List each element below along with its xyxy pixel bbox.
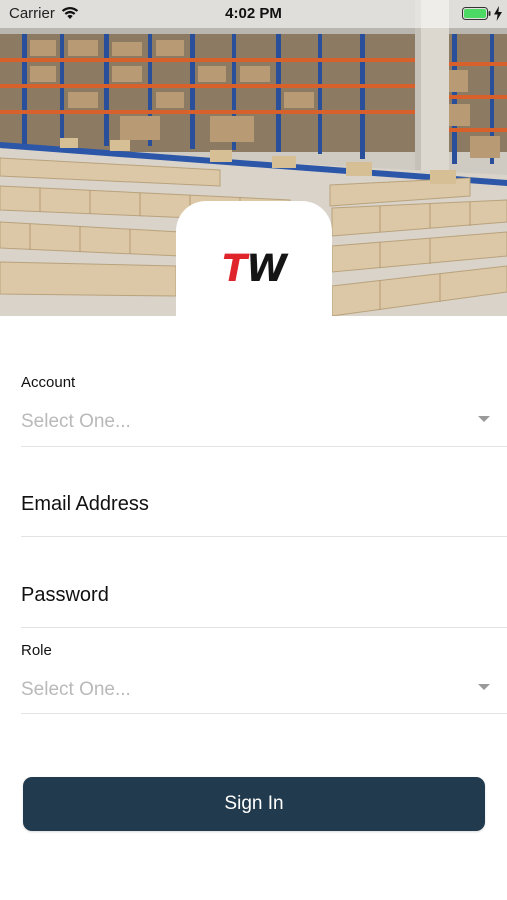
logo-wordmark: TW [176, 249, 332, 289]
email-placeholder: Email Address [21, 493, 149, 515]
account-label: Account [21, 374, 76, 391]
login-screen: Carrier 4:02 PM TW Account Select One...… [0, 0, 507, 900]
logo-letter-t: T [221, 247, 247, 290]
role-select[interactable]: Role Select One... [21, 627, 507, 714]
chevron-down-icon [478, 416, 490, 422]
app-logo: TW [176, 201, 332, 317]
clock: 4:02 PM [225, 5, 282, 22]
password-placeholder: Password [21, 584, 109, 606]
battery-icon [462, 7, 491, 20]
sign-in-button[interactable]: Sign In [23, 777, 485, 831]
email-field[interactable]: Email Address [21, 446, 507, 537]
role-label: Role [21, 642, 52, 659]
chevron-down-icon [478, 684, 490, 690]
password-field[interactable]: Password [21, 536, 507, 628]
charging-bolt-icon [494, 6, 502, 21]
status-bar: Carrier 4:02 PM [0, 0, 507, 28]
account-select[interactable]: Account Select One... [21, 362, 507, 447]
role-selected-value: Select One... [21, 679, 131, 700]
logo-letter-w: W [246, 247, 287, 290]
account-selected-value: Select One... [21, 411, 131, 432]
